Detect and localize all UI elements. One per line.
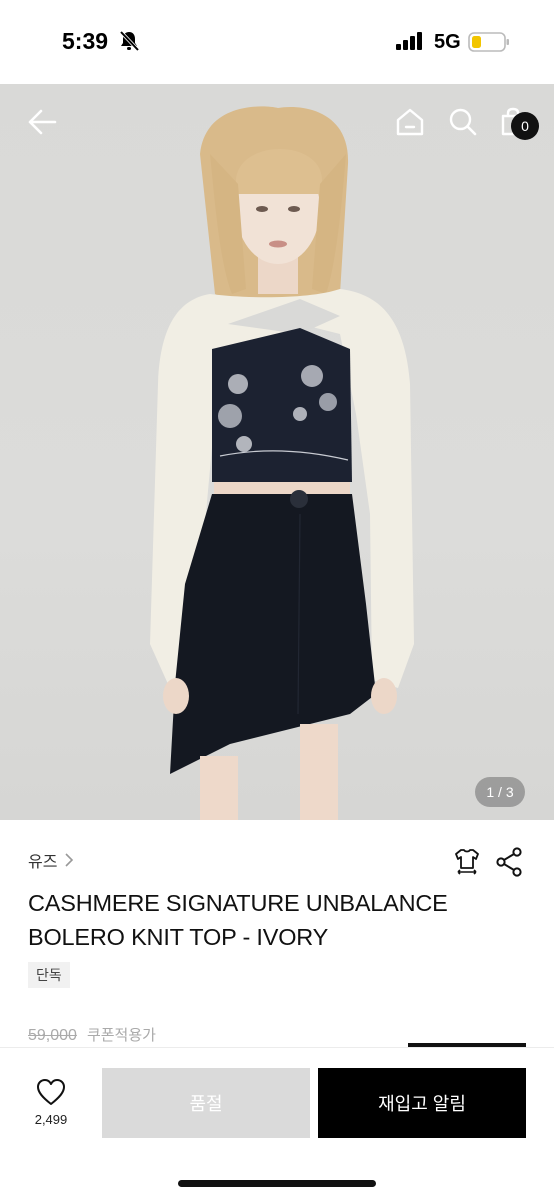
back-arrow-icon bbox=[28, 109, 57, 135]
gallery-page-indicator: 1 / 3 bbox=[475, 777, 525, 807]
brand-link[interactable]: 유즈 bbox=[28, 848, 75, 872]
search-button[interactable] bbox=[443, 102, 483, 142]
home-icon bbox=[396, 108, 424, 136]
brand-name: 유즈 bbox=[28, 854, 58, 871]
chevron-right-icon bbox=[65, 853, 74, 867]
size-guide-icon[interactable] bbox=[452, 846, 482, 876]
model-photo bbox=[150, 106, 414, 820]
status-time: 5:39 bbox=[62, 28, 109, 54]
bell-slash-icon bbox=[119, 30, 140, 52]
cart-count-badge: 0 bbox=[511, 112, 539, 140]
product-image[interactable] bbox=[0, 84, 554, 820]
exclusive-tag: 단독 bbox=[28, 962, 70, 988]
restock-alert-button[interactable]: 재입고 알림 bbox=[318, 1068, 526, 1138]
back-button[interactable] bbox=[22, 102, 62, 142]
status-bar: 5:39 5G bbox=[0, 0, 554, 84]
network-label: 5G bbox=[434, 31, 461, 53]
home-button[interactable] bbox=[390, 102, 430, 142]
coupon-price-label: 쿠폰적용가 bbox=[86, 1027, 156, 1044]
home-indicator bbox=[178, 1180, 376, 1187]
price-row: 59,000 쿠폰적용가 bbox=[28, 1024, 156, 1045]
like-button[interactable]: 2,499 bbox=[24, 1078, 78, 1132]
signal-icon bbox=[396, 32, 422, 50]
search-icon bbox=[449, 108, 477, 136]
original-price: 59,000 bbox=[28, 1027, 77, 1044]
share-icon[interactable] bbox=[495, 847, 523, 877]
like-count: 2,499 bbox=[34, 1112, 68, 1127]
product-title: CASHMERE SIGNATURE UNBALANCE BOLERO KNIT… bbox=[28, 890, 448, 950]
heart-icon bbox=[37, 1079, 65, 1105]
soldout-button[interactable]: 품절 bbox=[102, 1068, 310, 1138]
battery-icon bbox=[468, 32, 509, 52]
